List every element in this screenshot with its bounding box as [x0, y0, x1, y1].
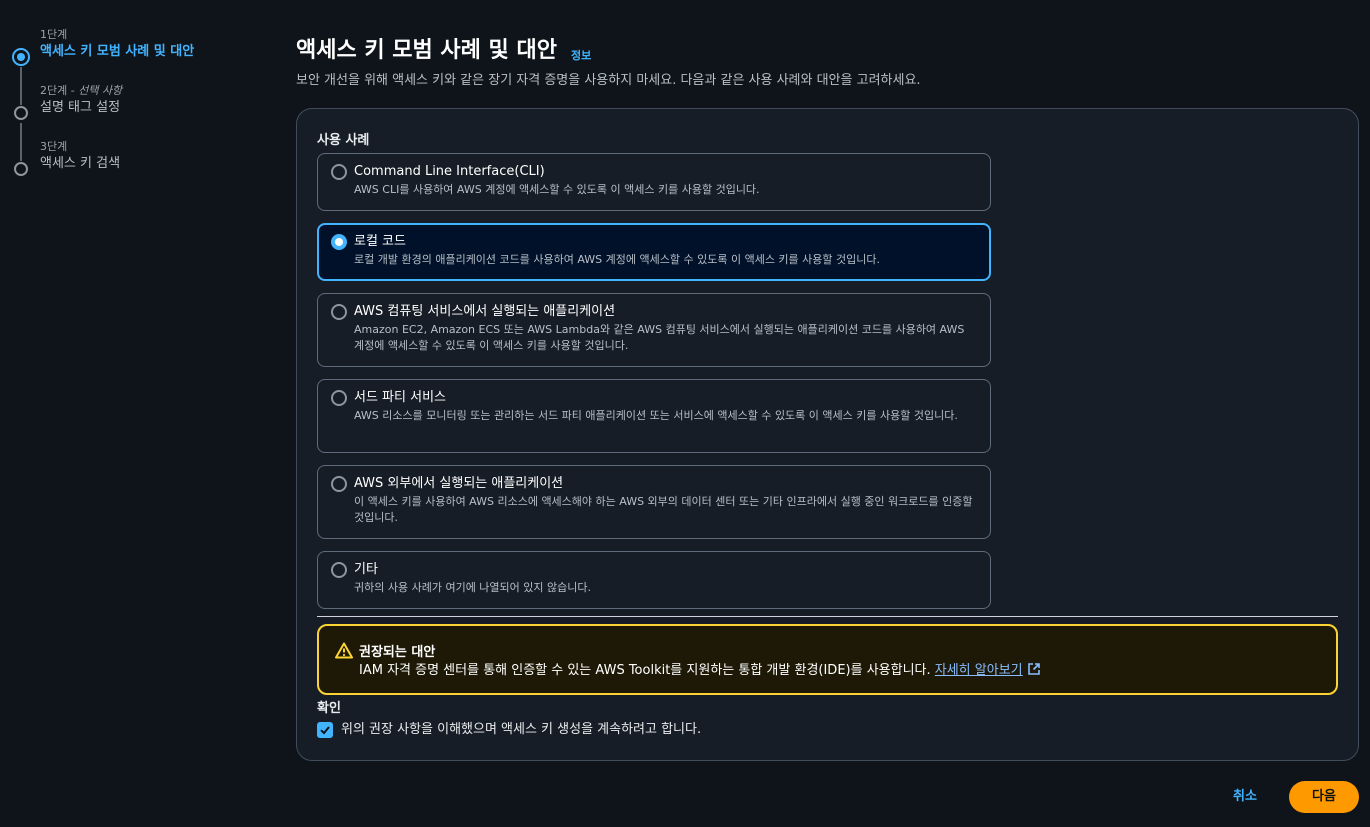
option-title: 기타	[354, 562, 378, 577]
alert-text: IAM 자격 증명 센터를 통해 인증할 수 있는 AWS Toolkit를 지…	[359, 663, 935, 678]
warning-icon	[335, 642, 353, 659]
option-title: 서드 파티 서비스	[354, 390, 446, 405]
recommendation-alert: 권장되는 대안 IAM 자격 증명 센터를 통해 인증할 수 있는 AWS To…	[317, 624, 1338, 695]
alert-title: 권장되는 대안	[359, 645, 436, 660]
step-3: 3단계 액세스 키 검색	[12, 140, 272, 196]
alert-body: IAM 자격 증명 센터를 통해 인증할 수 있는 AWS Toolkit를 지…	[359, 662, 1041, 680]
option-description: AWS CLI를 사용하여 AWS 계정에 액세스할 수 있도록 이 액세스 키…	[354, 183, 760, 196]
step-label: 액세스 키 모범 사례 및 대안	[40, 44, 195, 59]
step-label: 설명 태그 설정	[40, 100, 121, 115]
radio-button[interactable]	[331, 390, 347, 406]
step-pending-icon	[14, 162, 28, 176]
option-description: AWS 리소스를 모니터링 또는 관리하는 서드 파티 애플리케이션 또는 서비…	[354, 409, 958, 422]
step-active-icon	[12, 48, 30, 66]
option-title: AWS 외부에서 실행되는 애플리케이션	[354, 476, 564, 491]
option-title: 로컬 코드	[354, 234, 406, 249]
use-case-option-outside-aws[interactable]: AWS 외부에서 실행되는 애플리케이션 이 액세스 키를 사용하여 AWS 리…	[317, 465, 991, 539]
option-description: 로컬 개발 환경의 애플리케이션 코드를 사용하여 AWS 계정에 액세스할 수…	[354, 253, 881, 266]
radio-button-selected[interactable]	[331, 234, 347, 250]
page-title: 액세스 키 모범 사례 및 대안	[296, 38, 557, 63]
step-number: 2단계 - 선택 사항	[40, 84, 123, 97]
checkmark-icon	[320, 726, 330, 735]
radio-button[interactable]	[331, 562, 347, 578]
option-description: 귀하의 사용 사례가 여기에 나열되어 있지 않습니다.	[354, 581, 591, 594]
learn-more-link[interactable]: 자세히 알아보기	[935, 663, 1023, 678]
option-title: Command Line Interface(CLI)	[354, 164, 545, 179]
radio-button[interactable]	[331, 164, 347, 180]
wizard-stepper: 1단계 액세스 키 모범 사례 및 대안 2단계 - 선택 사항 설명 태그 설…	[12, 28, 272, 196]
external-link-icon[interactable]	[1027, 662, 1041, 676]
step-label: 액세스 키 검색	[40, 156, 121, 171]
option-description: 이 액세스 키를 사용하여 AWS 리소스에 액세스해야 하는 AWS 외부의 …	[354, 495, 973, 524]
use-case-option-local-code[interactable]: 로컬 코드 로컬 개발 환경의 애플리케이션 코드를 사용하여 AWS 계정에 …	[317, 223, 991, 281]
step-2: 2단계 - 선택 사항 설명 태그 설정	[12, 84, 272, 161]
use-case-label: 사용 사례	[317, 133, 370, 148]
option-title: AWS 컴퓨팅 서비스에서 실행되는 애플리케이션	[354, 304, 616, 319]
step-number: 1단계	[40, 28, 68, 41]
page-description: 보안 개선을 위해 액세스 키와 같은 장기 자격 증명을 사용하지 마세요. …	[296, 73, 921, 88]
use-case-option-cli[interactable]: Command Line Interface(CLI) AWS CLI를 사용하…	[317, 153, 991, 211]
info-link[interactable]: 정보	[571, 47, 591, 63]
radio-button[interactable]	[331, 304, 347, 320]
step-1[interactable]: 1단계 액세스 키 모범 사례 및 대안	[12, 28, 272, 105]
step-number: 3단계	[40, 140, 68, 153]
use-case-option-third-party[interactable]: 서드 파티 서비스 AWS 리소스를 모니터링 또는 관리하는 서드 파티 애플…	[317, 379, 991, 453]
radio-button[interactable]	[331, 476, 347, 492]
use-case-option-other[interactable]: 기타 귀하의 사용 사례가 여기에 나열되어 있지 않습니다.	[317, 551, 991, 609]
cancel-button[interactable]: 취소	[1222, 785, 1268, 809]
next-button[interactable]: 다음	[1289, 781, 1359, 813]
confirm-checkbox[interactable]	[317, 722, 333, 738]
step-pending-icon	[14, 106, 28, 120]
confirm-checkbox-label[interactable]: 위의 권장 사항을 이해했으며 액세스 키 생성을 계속하려고 합니다.	[341, 721, 701, 739]
confirm-label: 확인	[317, 701, 341, 716]
option-description: Amazon EC2, Amazon ECS 또는 AWS Lambda와 같은…	[354, 323, 965, 352]
use-case-option-aws-compute[interactable]: AWS 컴퓨팅 서비스에서 실행되는 애플리케이션 Amazon EC2, Am…	[317, 293, 991, 367]
divider	[317, 616, 1338, 617]
